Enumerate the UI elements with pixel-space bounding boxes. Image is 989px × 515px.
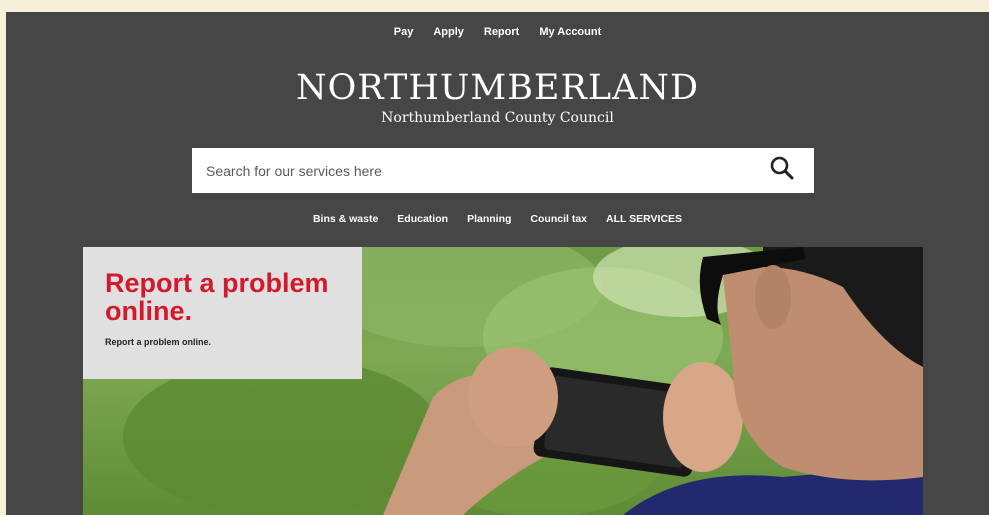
main-nav-planning[interactable]: Planning xyxy=(467,213,511,225)
top-nav-apply[interactable]: Apply xyxy=(433,26,464,38)
hero-card[interactable]: Report a problem online. Report a proble… xyxy=(83,247,362,379)
top-nav-my-account[interactable]: My Account xyxy=(539,26,601,38)
main-nav-all-services[interactable]: ALL SERVICES xyxy=(606,213,682,225)
main-nav-council-tax[interactable]: Council tax xyxy=(530,213,587,225)
hero-banner[interactable]: Report a problem online. Report a proble… xyxy=(83,247,923,515)
council-logo[interactable]: NORTHUMBERLAND Northumberland County Cou… xyxy=(6,68,989,126)
search-bar xyxy=(192,148,814,193)
search-icon xyxy=(769,155,795,186)
logo-wordmark: NORTHUMBERLAND xyxy=(295,68,700,108)
top-banner-strip xyxy=(0,0,989,12)
main-nav: Bins & waste Education Planning Council … xyxy=(6,213,989,225)
hero-description: Report a problem online. xyxy=(105,337,212,347)
main-nav-bins-waste[interactable]: Bins & waste xyxy=(313,213,378,225)
logo-subtitle: Northumberland County Council xyxy=(381,110,614,126)
top-nav: Pay Apply Report My Account xyxy=(6,26,989,38)
top-nav-pay[interactable]: Pay xyxy=(394,26,414,38)
search-button[interactable] xyxy=(750,148,814,193)
website-frame: Pay Apply Report My Account NORTHUMBERLA… xyxy=(6,12,989,515)
hero-heading[interactable]: Report a problem online. xyxy=(105,269,355,325)
top-nav-report[interactable]: Report xyxy=(484,26,519,38)
main-nav-education[interactable]: Education xyxy=(397,213,448,225)
search-input[interactable] xyxy=(192,148,750,193)
